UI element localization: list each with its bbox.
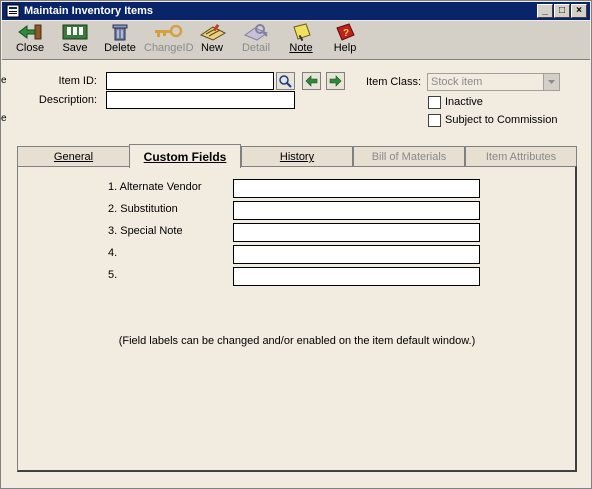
close-button[interactable]: Close	[12, 23, 48, 59]
svg-text:?: ?	[343, 28, 349, 39]
custom-field-label-1: 1. Alternate Vendor	[108, 181, 202, 193]
chevron-down-icon	[548, 80, 555, 84]
inventory-app-icon	[6, 4, 20, 18]
item-lookup-button[interactable]	[276, 72, 295, 90]
toolbar: Close Save Delete ChangeID New Detail No…	[2, 21, 590, 60]
close-icon	[18, 24, 42, 40]
custom-field-input-2[interactable]	[233, 201, 480, 220]
inactive-label: Inactive	[445, 96, 483, 108]
note-icon	[293, 23, 311, 41]
custom-field-label-3: 3. Special Note	[108, 225, 183, 237]
item-class-label: Item Class:	[365, 76, 421, 88]
commission-checkbox[interactable]	[428, 114, 441, 127]
custom-field-input-5[interactable]	[233, 267, 480, 286]
edge-fragment: e	[1, 113, 7, 124]
custom-field-input-4[interactable]	[233, 245, 480, 264]
detail-button[interactable]: Detail	[238, 23, 274, 59]
change-id-icon	[155, 24, 183, 38]
title-bar[interactable]: Maintain Inventory Items _ □ ×	[2, 2, 590, 20]
tab-item-attributes[interactable]: Item Attributes	[465, 146, 577, 166]
new-button[interactable]: New	[194, 23, 230, 59]
delete-button[interactable]: Delete	[102, 23, 138, 59]
tab-bill-of-materials[interactable]: Bill of Materials	[353, 146, 465, 166]
arrow-left-icon	[305, 75, 318, 87]
description-label: Description:	[38, 94, 97, 106]
custom-field-label-4: 4.	[108, 247, 118, 259]
item-id-label: Item ID:	[58, 75, 97, 87]
minimize-button[interactable]: _	[537, 4, 553, 18]
maintain-inventory-window: Maintain Inventory Items _ □ × Close Sav…	[0, 0, 592, 489]
save-button[interactable]: Save	[58, 23, 92, 59]
new-icon	[199, 23, 227, 41]
close-window-button[interactable]: ×	[571, 4, 587, 18]
change-id-button[interactable]: ChangeID	[144, 23, 194, 59]
custom-field-input-3[interactable]	[233, 223, 480, 242]
magnifier-icon	[279, 75, 292, 88]
item-class-value: Stock item	[431, 76, 483, 88]
description-input[interactable]	[106, 91, 295, 109]
help-icon: ?	[336, 23, 355, 41]
item-class-dropdown-button[interactable]	[543, 74, 559, 90]
tab-history[interactable]: History	[241, 146, 353, 166]
inactive-checkbox[interactable]	[428, 96, 441, 109]
arrow-right-icon	[329, 75, 342, 87]
tab-general[interactable]: General	[17, 146, 130, 166]
maximize-button[interactable]: □	[554, 4, 570, 18]
window-title: Maintain Inventory Items	[24, 5, 153, 17]
delete-icon	[112, 24, 128, 41]
previous-item-button[interactable]	[302, 72, 321, 90]
custom-field-label-2: 2. Substitution	[108, 203, 178, 215]
note-button[interactable]: Note	[284, 23, 318, 59]
custom-field-label-5: 5.	[108, 269, 118, 281]
custom-field-input-1[interactable]	[233, 179, 480, 198]
save-icon	[62, 24, 88, 40]
help-button[interactable]: ? Help	[328, 23, 362, 59]
item-id-input[interactable]	[106, 72, 274, 90]
commission-label: Subject to Commission	[445, 114, 558, 126]
item-class-select[interactable]: Stock item	[427, 73, 560, 91]
next-item-button[interactable]	[326, 72, 345, 90]
detail-icon	[243, 24, 269, 41]
tab-custom-fields[interactable]: Custom Fields	[129, 144, 241, 168]
edge-fragment: e	[1, 75, 7, 86]
custom-fields-note: (Field labels can be changed and/or enab…	[118, 335, 476, 347]
